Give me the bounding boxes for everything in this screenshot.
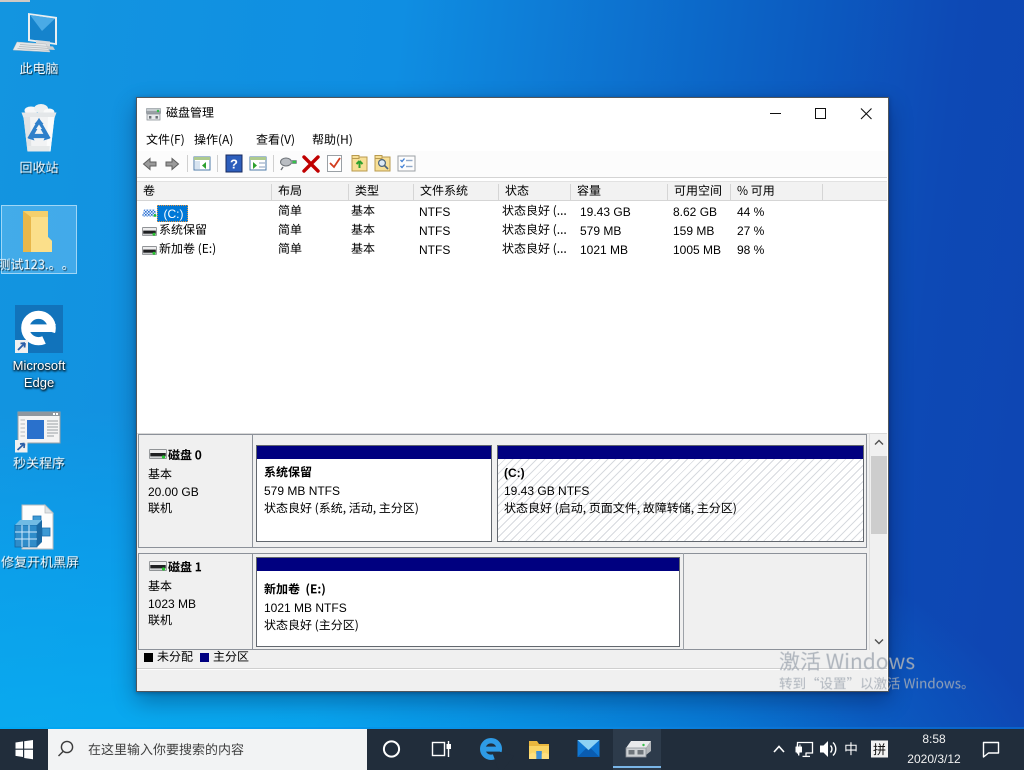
svg-text:?: ? [230, 157, 238, 172]
